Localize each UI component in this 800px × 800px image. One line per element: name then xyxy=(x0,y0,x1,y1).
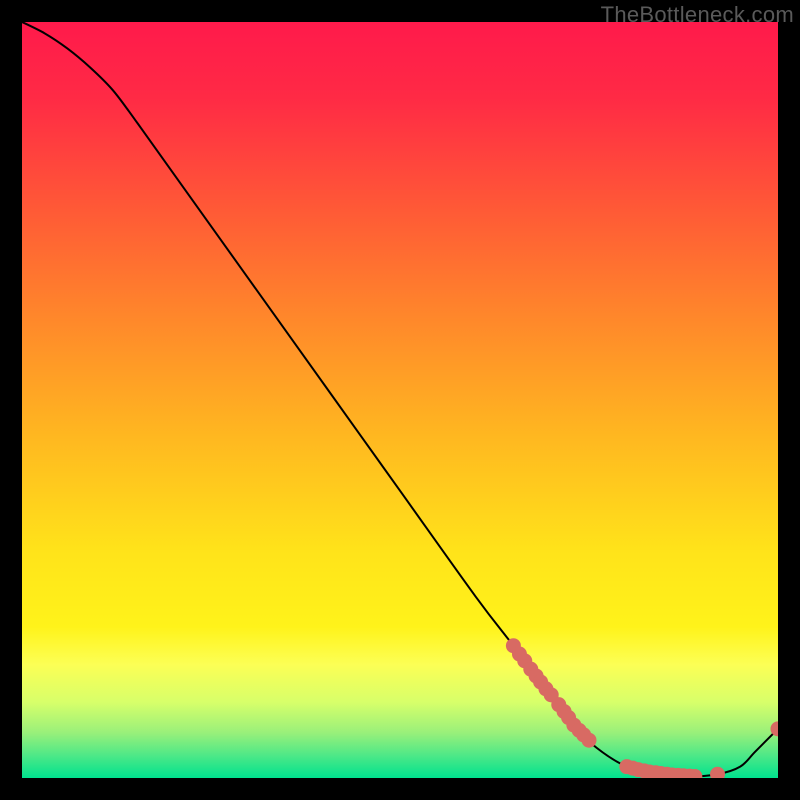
data-marker xyxy=(582,733,597,748)
chart-frame: TheBottleneck.com xyxy=(0,0,800,800)
plot-area xyxy=(22,22,778,778)
chart-svg xyxy=(22,22,778,778)
gradient-background xyxy=(22,22,778,778)
watermark-text: TheBottleneck.com xyxy=(601,2,794,28)
